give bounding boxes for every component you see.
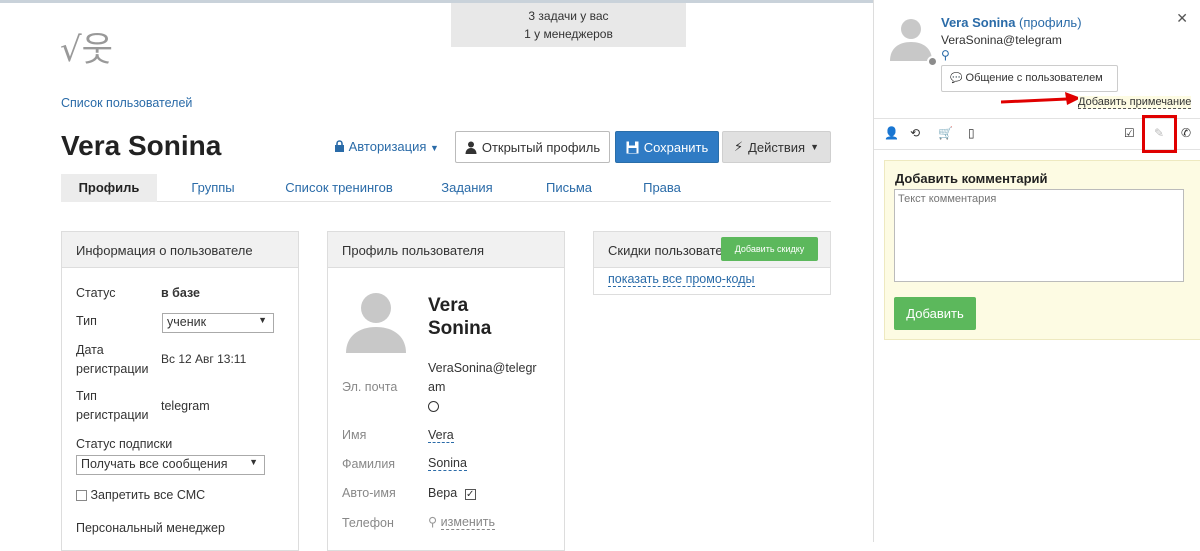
tasks-line-1: 3 задачи у вас: [528, 9, 609, 23]
regdate-label-2: регистрации: [76, 362, 149, 376]
mobile-icon[interactable]: ▯: [968, 126, 975, 140]
profile-last-name: Sonina: [428, 318, 492, 339]
tab-groups[interactable]: Группы: [173, 174, 253, 202]
app-logo[interactable]: √웃: [60, 22, 113, 71]
avatar-placeholder-icon: [342, 286, 410, 353]
discounts-panel: Скидки пользовате Добавить скидку показа…: [593, 231, 831, 295]
actions-dropdown-button[interactable]: ⚡ Действия ▼: [722, 131, 831, 163]
caret-down-icon: ▼: [810, 142, 820, 152]
page-title: Vera Sonina: [61, 130, 222, 161]
subscription-label: Статус подписки: [76, 437, 173, 451]
tasks-line-2: 1 у менеджеров: [524, 27, 613, 41]
chat-icon: 💬: [950, 73, 963, 84]
floppy-icon: [626, 141, 639, 153]
save-button[interactable]: Сохранить: [615, 131, 719, 163]
user-profile-title: Профиль пользователя: [328, 232, 564, 268]
regtype-label-1: Тип: [76, 389, 97, 403]
sidebar-email: VeraSonina@telegram: [941, 33, 1062, 47]
select-arrow-icon: ▼: [249, 457, 258, 467]
sidebar-search-icon[interactable]: ⚲: [941, 48, 950, 62]
add-comment-button[interactable]: Добавить: [894, 297, 976, 330]
add-comment-box: Добавить комментарий Добавить: [884, 160, 1200, 340]
chat-with-user-label: Общение с пользователем: [965, 72, 1103, 84]
no-sms-label: Запретить все СМС: [90, 488, 206, 502]
last-name-editable[interactable]: Sonina: [428, 456, 467, 471]
phone-edit-link[interactable]: ⚲ изменить: [428, 513, 496, 532]
phone-icon[interactable]: ✆: [1181, 126, 1191, 140]
autoname-value: Вера: [428, 486, 458, 500]
regdate-value: Вс 12 Авг 13:11: [161, 352, 247, 366]
profile-tabs: Профиль Группы Список тренингов Задания …: [61, 174, 831, 202]
regtype-label-2: регистрации: [76, 408, 149, 422]
last-name-label: Фамилия: [342, 457, 396, 471]
add-discount-button[interactable]: Добавить скидку: [721, 237, 818, 261]
subscription-select[interactable]: Получать все сообщения ▼: [76, 455, 265, 475]
show-promo-codes-link[interactable]: показать все промо-коды: [608, 272, 755, 287]
history-icon[interactable]: ⟲: [910, 126, 920, 140]
tab-tasks[interactable]: Задания: [427, 174, 507, 202]
authorization-dropdown[interactable]: Авторизация ▼: [334, 139, 439, 154]
highlight-box-annotation: [1142, 115, 1177, 153]
sidebar-profile-link[interactable]: (профиль): [1019, 15, 1081, 30]
sidebar-avatar-icon: [890, 19, 932, 61]
no-sms-row[interactable]: Запретить все СМС: [76, 486, 205, 505]
email-label: Эл. почта: [342, 380, 398, 394]
type-label: Тип: [76, 314, 97, 328]
profile-first-name: Vera: [428, 295, 469, 316]
email-value-line-1: VeraSonina@telegr: [428, 361, 537, 375]
search-icon: ⚲: [428, 515, 438, 529]
subscription-select-value: Получать все сообщения: [81, 457, 228, 471]
breadcrumb-users-list[interactable]: Список пользователей: [61, 96, 192, 110]
cart-icon[interactable]: 🛒: [938, 126, 953, 140]
user-sidebar: Vera Sonina (профиль) VeraSonina@telegra…: [873, 0, 1200, 542]
tab-profile[interactable]: Профиль: [61, 174, 157, 202]
add-comment-title: Добавить комментарий: [895, 171, 1048, 186]
task-check-icon[interactable]: ☑: [1124, 126, 1135, 140]
authorization-label: Авторизация: [348, 139, 427, 154]
status-label: Статус: [76, 286, 116, 300]
close-icon[interactable]: ✕: [1176, 10, 1188, 27]
no-sms-checkbox[interactable]: [76, 490, 87, 502]
manager-label: Персональный менеджер: [76, 521, 225, 535]
select-arrow-icon: ▼: [258, 315, 267, 325]
regdate-label-1: Дата: [76, 343, 104, 357]
actions-label: Действия: [748, 139, 806, 155]
online-status-dot: [927, 56, 938, 67]
save-label: Сохранить: [643, 139, 709, 155]
caret-down-icon: ▼: [430, 143, 439, 153]
tab-letters[interactable]: Письма: [531, 174, 607, 202]
open-profile-label: Открытый профиль: [481, 139, 601, 155]
user-info-panel: Информация о пользователе Статус в базе …: [61, 231, 299, 551]
email-value-line-2: am: [428, 380, 446, 394]
tab-rights[interactable]: Права: [627, 174, 697, 202]
phone-change-label: изменить: [440, 515, 496, 530]
type-select-value: ученик: [167, 315, 207, 329]
tasks-summary[interactable]: 3 задачи у вас 1 у менеджеров: [451, 3, 686, 47]
user-icon[interactable]: 👤: [884, 126, 899, 140]
tab-trainings[interactable]: Список тренингов: [276, 174, 402, 202]
open-profile-button[interactable]: Открытый профиль: [455, 131, 610, 163]
first-name-editable[interactable]: Vera: [428, 428, 454, 443]
status-value: в базе: [161, 286, 200, 300]
red-arrow-annotation: [1001, 92, 1081, 105]
lock-icon: [335, 140, 344, 152]
chat-with-user-button[interactable]: 💬 Общение с пользователем: [941, 65, 1118, 92]
user-icon: [465, 141, 477, 154]
bolt-icon: ⚡: [733, 139, 744, 154]
comment-textarea[interactable]: [894, 189, 1184, 282]
autoname-label: Авто-имя: [342, 486, 396, 500]
email-status-circle-icon: [428, 401, 439, 412]
add-note-tooltip: Добавить примечание: [1078, 96, 1192, 109]
user-profile-panel: Профиль пользователя Vera Sonina Эл. поч…: [327, 231, 565, 551]
sidebar-user-name[interactable]: Vera Sonina: [941, 15, 1015, 30]
user-info-title: Информация о пользователе: [62, 232, 298, 268]
first-name-label: Имя: [342, 428, 367, 442]
autoname-checkbox[interactable]: ✓: [464, 489, 476, 500]
phone-label: Телефон: [342, 516, 394, 530]
type-select[interactable]: ученик ▼: [162, 313, 274, 333]
regtype-value: telegram: [161, 399, 210, 413]
